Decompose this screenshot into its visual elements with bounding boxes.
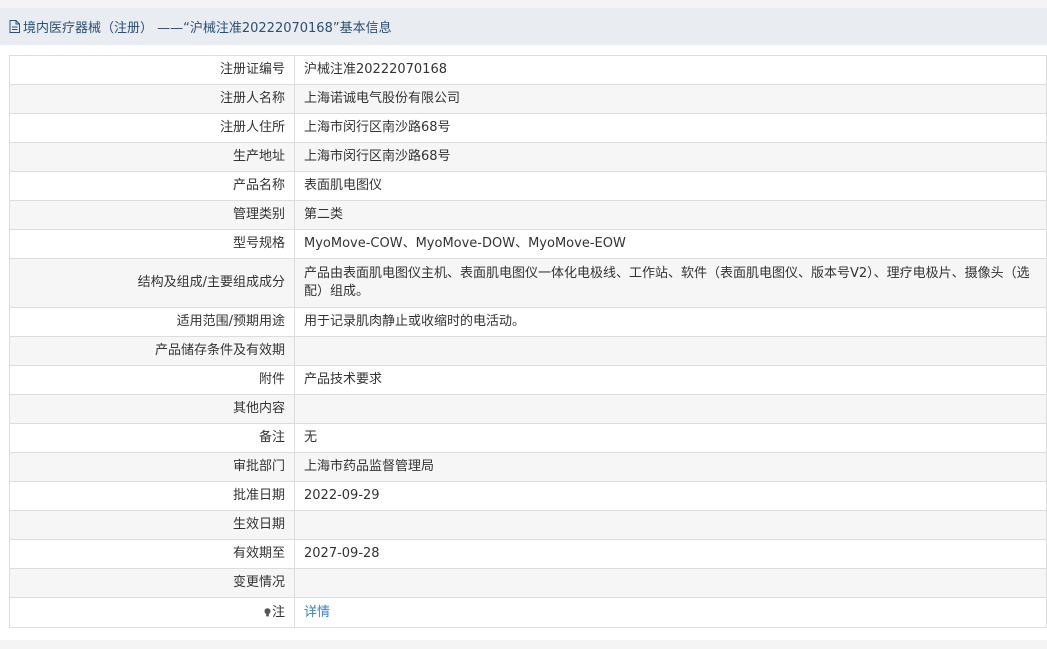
row-value bbox=[294, 394, 1047, 424]
row-value: 产品由表面肌电图仪主机、表面肌电图仪一体化电极线、工作站、软件（表面肌电图仪、版… bbox=[294, 258, 1047, 308]
details-link[interactable]: 详情 bbox=[304, 605, 330, 620]
note-row: 注 详情 bbox=[9, 597, 1047, 628]
note-value-cell: 详情 bbox=[294, 597, 1047, 628]
row-value: 无 bbox=[294, 423, 1047, 453]
table-row: 附件 产品技术要求 bbox=[9, 365, 1047, 395]
row-value: MyoMove-COW、MyoMove-DOW、MyoMove-EOW bbox=[294, 229, 1047, 259]
row-label: 审批部门 bbox=[9, 452, 295, 482]
table-row: 型号规格 MyoMove-COW、MyoMove-DOW、MyoMove-EOW bbox=[9, 229, 1047, 259]
table-row: 产品名称 表面肌电图仪 bbox=[9, 171, 1047, 201]
table-row: 注册人名称 上海诺诚电气股份有限公司 bbox=[9, 84, 1047, 114]
row-label: 生效日期 bbox=[9, 510, 295, 540]
info-panel: 境内医疗器械（注册） ——“沪械注准20222070168”基本信息 注册证编号… bbox=[0, 8, 1047, 640]
row-label: 注册证编号 bbox=[9, 55, 295, 85]
row-value bbox=[294, 568, 1047, 598]
table-row: 产品储存条件及有效期 bbox=[9, 336, 1047, 366]
document-icon bbox=[9, 20, 20, 33]
row-label: 生产地址 bbox=[9, 142, 295, 172]
page-title: 境内医疗器械（注册） ——“沪械注准20222070168”基本信息 bbox=[23, 21, 392, 36]
row-label: 注册人住所 bbox=[9, 113, 295, 143]
row-value: 沪械注准20222070168 bbox=[294, 55, 1047, 85]
row-value: 上海市药品监督管理局 bbox=[294, 452, 1047, 482]
row-value: 第二类 bbox=[294, 200, 1047, 230]
note-label-cell: 注 bbox=[9, 597, 295, 628]
row-value: 上海市闵行区南沙路68号 bbox=[294, 113, 1047, 143]
row-value bbox=[294, 336, 1047, 366]
row-value: 表面肌电图仪 bbox=[294, 171, 1047, 201]
row-label: 型号规格 bbox=[9, 229, 295, 259]
table-row: 结构及组成/主要组成成分 产品由表面肌电图仪主机、表面肌电图仪一体化电极线、工作站… bbox=[9, 258, 1047, 308]
table-row: 注册人住所 上海市闵行区南沙路68号 bbox=[9, 113, 1047, 143]
row-value: 产品技术要求 bbox=[294, 365, 1047, 395]
table-row: 备注无 bbox=[9, 423, 1047, 453]
row-label: 其他内容 bbox=[9, 394, 295, 424]
table-row: 生产地址 上海市闵行区南沙路68号 bbox=[9, 142, 1047, 172]
row-label: 结构及组成/主要组成成分 bbox=[9, 258, 295, 308]
table-row: 注册证编号 沪械注准20222070168 bbox=[9, 55, 1047, 85]
row-label: 备注 bbox=[9, 423, 295, 453]
table-row: 管理类别 第二类 bbox=[9, 200, 1047, 230]
table-row: 生效日期 bbox=[9, 510, 1047, 540]
row-value: 2027-09-28 bbox=[294, 539, 1047, 569]
table-row: 变更情况 bbox=[9, 568, 1047, 598]
row-label: 管理类别 bbox=[9, 200, 295, 230]
table-row: 有效期至 2027-09-28 bbox=[9, 539, 1047, 569]
row-label: 变更情况 bbox=[9, 568, 295, 598]
row-label: 有效期至 bbox=[9, 539, 295, 569]
row-value: 用于记录肌肉静止或收缩时的电活动。 bbox=[294, 307, 1047, 337]
table-row: 审批部门 上海市药品监督管理局 bbox=[9, 452, 1047, 482]
row-label: 适用范围/预期用途 bbox=[9, 307, 295, 337]
info-table: 注册证编号 沪械注准20222070168 注册人名称 上海诺诚电气股份有限公司 注… bbox=[9, 55, 1047, 628]
table-row: 其他内容 bbox=[9, 394, 1047, 424]
row-value: 上海市闵行区南沙路68号 bbox=[294, 142, 1047, 172]
row-value: 上海诺诚电气股份有限公司 bbox=[294, 84, 1047, 114]
row-label: 附件 bbox=[9, 365, 295, 395]
row-label: 注册人名称 bbox=[9, 84, 295, 114]
panel-header: 境内医疗器械（注册） ——“沪械注准20222070168”基本信息 bbox=[0, 8, 1047, 45]
row-label: 批准日期 bbox=[9, 481, 295, 511]
note-label: 注 bbox=[271, 604, 285, 620]
row-value bbox=[294, 510, 1047, 540]
table-row: 适用范围/预期用途 用于记录肌肉静止或收缩时的电活动。 bbox=[9, 307, 1047, 337]
row-label: 产品名称 bbox=[9, 171, 295, 201]
row-value: 2022-09-29 bbox=[294, 481, 1047, 511]
table-row: 批准日期 2022-09-29 bbox=[9, 481, 1047, 511]
bulb-icon bbox=[264, 605, 271, 616]
row-label: 产品储存条件及有效期 bbox=[9, 336, 295, 366]
